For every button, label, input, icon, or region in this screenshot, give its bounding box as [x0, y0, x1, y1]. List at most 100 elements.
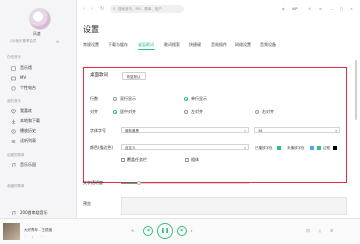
double-line-label[interactable]: 双行显示 — [120, 97, 136, 101]
stroke-color-swatch[interactable] — [333, 146, 337, 150]
sidebar-item-label: 试听列表 — [20, 138, 36, 143]
scrollbar-thumb[interactable] — [355, 60, 357, 120]
sidebar-item-label: 音乐乐园 — [20, 162, 36, 167]
skin-icon[interactable]: ◐ — [282, 7, 285, 11]
settings-gear-icon[interactable]: ⚙ — [56, 40, 59, 44]
sidebar-item-mv[interactable]: MV — [0, 74, 76, 82]
tab-audio-device[interactable]: 音频设备 — [260, 42, 276, 48]
lyrics-preview-box — [121, 197, 347, 215]
color-scheme-select[interactable]: 自定义 ▾ — [121, 144, 249, 150]
tab-hotkeys[interactable]: 快捷键 — [189, 42, 201, 48]
download-icon[interactable]: ⤓ — [32, 235, 34, 239]
playlist-icon — [10, 210, 16, 216]
avatar[interactable] — [29, 8, 51, 30]
vip-button[interactable]: VIP — [292, 7, 298, 11]
refresh-icon[interactable]: ↻ — [100, 7, 104, 12]
radio-align-right[interactable] — [255, 110, 259, 114]
more-icon[interactable]: ⋯ — [40, 235, 44, 239]
tab-general[interactable]: 常规设置 — [83, 42, 99, 48]
sidebar: 风速 QQ音乐尊享会员 ⚙ 在线音乐 音乐馆 MV 个性电台 我的音乐 我喜欢 … — [0, 0, 77, 218]
volume-icon[interactable]: 🔈︎ — [191, 229, 193, 233]
played-color-label: 已播放字色 — [255, 146, 273, 150]
bold-checkbox[interactable] — [185, 158, 189, 162]
loop-icon[interactable]: ⟲ — [131, 229, 134, 233]
back-arrow-icon[interactable]: ‹ — [83, 7, 85, 12]
radio-align-center[interactable] — [113, 110, 117, 114]
font-size-select[interactable]: 36 ▾ — [254, 127, 340, 133]
sidebar-item-local-download[interactable]: 本地和下载 — [0, 117, 76, 125]
sidebar-item-music-hall[interactable]: 音乐馆 — [0, 64, 76, 72]
opacity-label: 文字透明度 — [83, 180, 103, 185]
close-icon[interactable]: ✕ — [350, 7, 353, 11]
username[interactable]: 风速 — [33, 32, 41, 36]
radio-single-line[interactable] — [184, 97, 188, 101]
play-pause-button[interactable]: ❚❚ — [157, 223, 173, 239]
minimize-icon[interactable]: — — [330, 7, 334, 11]
section-created-playlists: 创建的歌单 — [7, 153, 25, 157]
align-center-label[interactable]: 居中对齐 — [120, 110, 136, 114]
next-button[interactable]: ▶ — [177, 226, 187, 236]
panel-title: 桌面歌词 — [90, 73, 108, 78]
sidebar-item-label: MV — [20, 75, 27, 80]
tab-sound-plugins[interactable]: 音效插件 — [211, 42, 227, 48]
tab-desktop-lyrics[interactable]: 桌面歌词 — [138, 42, 154, 48]
playlist-icon[interactable]: ☰ — [330, 229, 333, 233]
radio-align-left[interactable] — [184, 110, 188, 114]
sidebar-item-radio[interactable]: 个性电台 — [0, 84, 76, 92]
next-icon: ▶ — [180, 228, 184, 233]
single-line-label[interactable]: 单行显示 — [191, 97, 207, 101]
active-tab-underline — [138, 49, 155, 50]
search-input[interactable]: 搜索音乐、MV、歌单、用户 — [118, 7, 162, 12]
sidebar-item-label: 音乐馆 — [20, 65, 32, 70]
unplayed-color-swatch[interactable] — [310, 146, 314, 150]
sidebar-item-label: 我喜欢 — [20, 108, 32, 113]
topmost-checkbox[interactable] — [121, 158, 125, 162]
mail-icon[interactable]: ✉ — [308, 7, 311, 11]
unplayed-color-label: 未播放字色 — [287, 146, 305, 150]
forward-arrow-icon[interactable]: › — [91, 7, 93, 12]
song-title[interactable]: 大好青年 - 王锐涵 — [24, 228, 52, 233]
topmost-label[interactable]: 覆盖任务栏 — [127, 158, 147, 162]
align-left-label[interactable]: 左对齐 — [191, 110, 203, 114]
section-my-music: 我的音乐 — [7, 99, 21, 103]
sidebar-item-collected-playlist[interactable]: 200首串烧音乐 — [0, 209, 76, 217]
pause-icon: ❚❚ — [160, 227, 170, 234]
tab-network[interactable]: 网络设置 — [235, 42, 251, 48]
stroke-label: 边框 — [323, 146, 330, 150]
font-family-select[interactable]: 微软雅黑 ▾ — [121, 127, 249, 133]
sidebar-item-history[interactable]: 播放历史 — [0, 127, 76, 135]
tab-download-cache[interactable]: 下载与缓存 — [108, 42, 128, 48]
search-box[interactable]: ⚲ 搜索音乐、MV、歌单、用户 — [110, 5, 184, 13]
menu-icon[interactable]: ≡ — [319, 7, 322, 11]
search-icon[interactable]: ⚲ — [113, 7, 116, 11]
opacity-slider-thumb[interactable] — [137, 181, 141, 185]
stroke-checkbox[interactable] — [317, 146, 321, 150]
align-right-label[interactable]: 右对齐 — [262, 110, 274, 114]
restore-default-button[interactable]: 恢复默认 — [122, 72, 146, 80]
prev-button[interactable]: ◀ — [143, 226, 153, 236]
page-title: 设置 — [83, 25, 99, 34]
sidebar-item-playlist[interactable]: 音乐乐园 — [0, 161, 76, 169]
sidebar-item-label: 播放历史 — [20, 128, 36, 133]
tab-lyric-search[interactable]: 歌词搜索 — [164, 42, 180, 48]
lyrics-toggle-icon[interactable]: 词 — [306, 229, 310, 234]
played-color-swatch[interactable] — [277, 146, 281, 150]
music-hall-icon — [10, 65, 16, 71]
color-scheme-value: 自定义 — [125, 146, 136, 151]
maximize-icon[interactable]: ▢ — [340, 7, 343, 11]
like-icon[interactable]: ♡ — [24, 235, 27, 239]
sidebar-item-liked[interactable]: 我喜欢 — [0, 107, 76, 115]
prev-icon: ◀ — [146, 228, 150, 233]
sound-effect-icon[interactable]: ♫ — [318, 229, 321, 233]
album-cover[interactable] — [3, 223, 20, 240]
radio-double-line[interactable] — [113, 97, 117, 101]
sidebar-item-label: 本地和下载 — [20, 118, 40, 123]
chevron-down-icon: ▾ — [244, 146, 246, 151]
preview-label: 预览 — [83, 201, 91, 206]
sidebar-item-label: 个性电台 — [20, 85, 36, 90]
sidebar-item-label: 200首串烧音乐 — [20, 210, 48, 215]
sidebar-item-trial-list[interactable]: 试听列表 — [0, 137, 76, 145]
bold-label[interactable]: 粗体 — [191, 158, 199, 162]
vip-status[interactable]: QQ音乐尊享会员 — [10, 39, 37, 44]
desktop-lyrics-panel — [83, 67, 347, 183]
